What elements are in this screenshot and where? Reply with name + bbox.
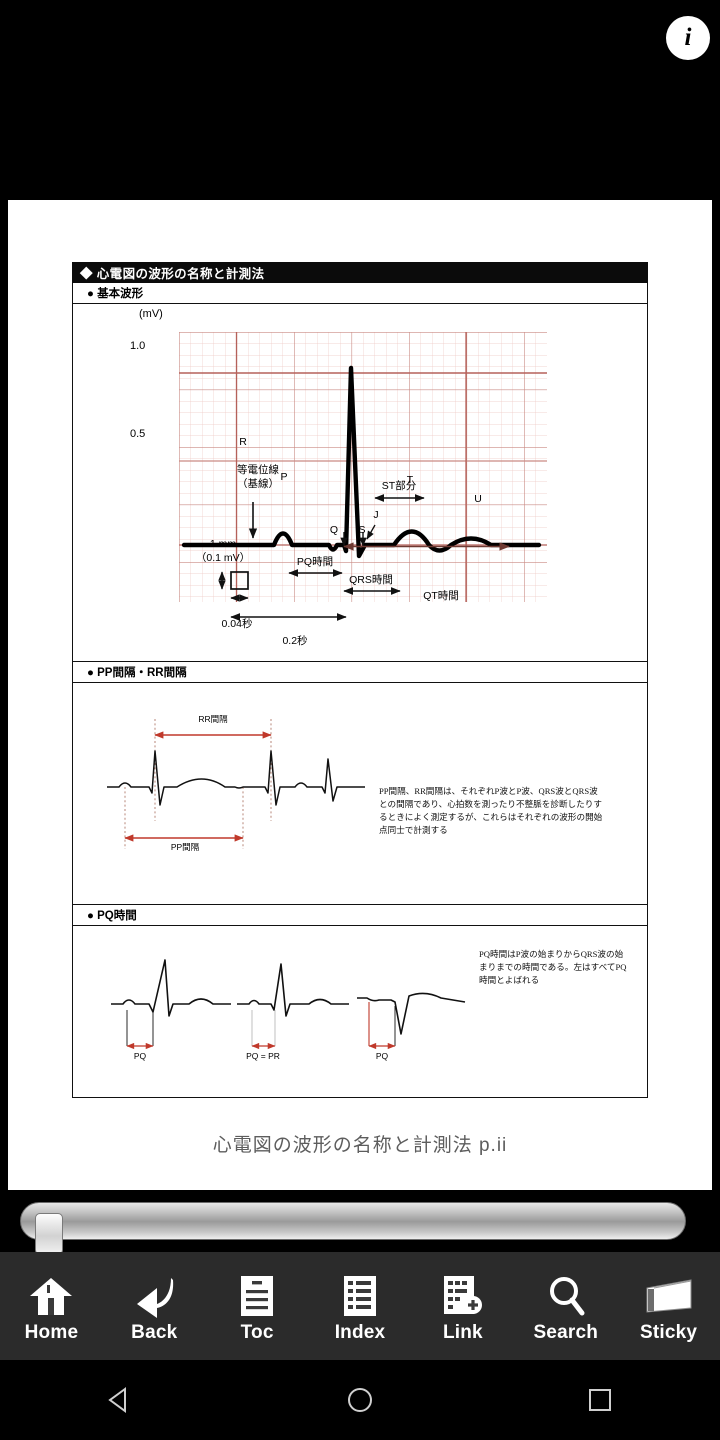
- toolbar-label-back: Back: [131, 1322, 178, 1343]
- android-back-button[interactable]: [0, 1385, 240, 1415]
- axis-unit-label: (mV): [139, 308, 163, 320]
- toolbar-item-home[interactable]: Home: [0, 1252, 103, 1360]
- slider-thumb[interactable]: [35, 1213, 63, 1255]
- document-sheet: ◆ 心電図の波形の名称と計測法 ● 基本波形 (mV) 1.0 0.5 R P …: [72, 262, 648, 1098]
- link-add-icon: [442, 1268, 484, 1318]
- toolbar-item-toc[interactable]: Toc: [206, 1252, 309, 1360]
- figure-pq-time: PQ PQ = PR PQ PQ時間はP波の始まりからQRS波の始まりまでの時間…: [72, 926, 648, 1098]
- figure-basic-waveform: (mV) 1.0 0.5 R P Q S J T U 等電位線 （基線） ST部…: [72, 304, 648, 662]
- section-heading-pq: ● PQ時間: [72, 905, 648, 926]
- toolbar-label-home: Home: [24, 1322, 79, 1343]
- sticky-note-icon: [644, 1268, 694, 1318]
- android-recents-button[interactable]: [480, 1386, 720, 1414]
- document-lines-icon: [239, 1268, 275, 1318]
- pq-chart-svg: [111, 959, 466, 1050]
- page-slider[interactable]: [0, 1190, 720, 1255]
- section-heading-intervals: ● PP間隔・RR間隔: [72, 662, 648, 683]
- pq-label-3: PQ: [375, 1051, 389, 1061]
- interval-chart-svg: [107, 719, 365, 849]
- slider-track[interactable]: [20, 1202, 686, 1255]
- toolbar-item-search[interactable]: Search: [514, 1252, 617, 1360]
- interval-paragraph: PP間隔、RR間隔は、それぞれP波とP波、QRS波とQRS波との間隔であり、心拍…: [379, 786, 603, 836]
- app-root: i ◆ 心電図の波形の名称と計測法 ● 基本波形 (mV) 1.0 0.5 R …: [0, 0, 720, 1440]
- page-caption: 心電図の波形の名称と計測法 p.ii: [212, 1135, 508, 1156]
- square-icon: [589, 1389, 611, 1411]
- y-tick-2: 0.5: [130, 428, 146, 440]
- toolbar-label-toc: Toc: [240, 1322, 274, 1343]
- toolbar-item-index[interactable]: Index: [309, 1252, 412, 1360]
- toolbar-item-link[interactable]: Link: [411, 1252, 514, 1360]
- time-label-02: 0.2秒: [278, 635, 312, 648]
- pq-paragraph: PQ時間はP波の始まりからQRS波の始まりまでの時間である。左はすべてPQ時間と…: [479, 949, 627, 986]
- pq-label-2: PQ = PR: [246, 1051, 280, 1061]
- document-page[interactable]: ◆ 心電図の波形の名称と計測法 ● 基本波形 (mV) 1.0 0.5 R P …: [8, 200, 712, 1190]
- toolbar-item-sticky[interactable]: Sticky: [617, 1252, 720, 1360]
- top-bar: i: [0, 0, 720, 200]
- index-list-icon: [342, 1268, 378, 1318]
- interval-label-PP: PP間隔: [170, 842, 200, 852]
- bottom-toolbar: Home Back Toc Index Link Search Sticky: [0, 1252, 720, 1360]
- toolbar-label-link: Link: [442, 1322, 483, 1343]
- ecg-annotations-svg: [230, 542, 510, 621]
- y-tick-1: 1.0: [130, 340, 146, 352]
- android-nav-bar: [0, 1360, 720, 1440]
- circle-icon: [348, 1388, 372, 1412]
- toolbar-item-back[interactable]: Back: [103, 1252, 206, 1360]
- pq-label-1: PQ: [133, 1051, 147, 1061]
- triangle-left-icon: [108, 1387, 126, 1413]
- toolbar-label-search: Search: [533, 1322, 599, 1343]
- info-icon[interactable]: i: [666, 16, 710, 60]
- toolbar-label-index: Index: [334, 1322, 386, 1343]
- magnifier-icon: [545, 1268, 587, 1318]
- time-label-004: 0.04秒: [221, 618, 253, 630]
- home-icon: [28, 1268, 74, 1318]
- toolbar-label-sticky: Sticky: [639, 1322, 698, 1343]
- back-arrow-icon: [131, 1268, 177, 1318]
- figure-pp-rr-intervals: RR間隔 PP間隔 PP間隔、RR間隔は、それぞれP波とP波、QRS波とQRS波…: [72, 683, 648, 905]
- interval-label-RR: RR間隔: [198, 714, 228, 724]
- page-title: ◆ 心電図の波形の名称と計測法: [72, 262, 648, 283]
- android-home-button[interactable]: [240, 1385, 480, 1415]
- section-heading-basic: ● 基本波形: [72, 283, 648, 304]
